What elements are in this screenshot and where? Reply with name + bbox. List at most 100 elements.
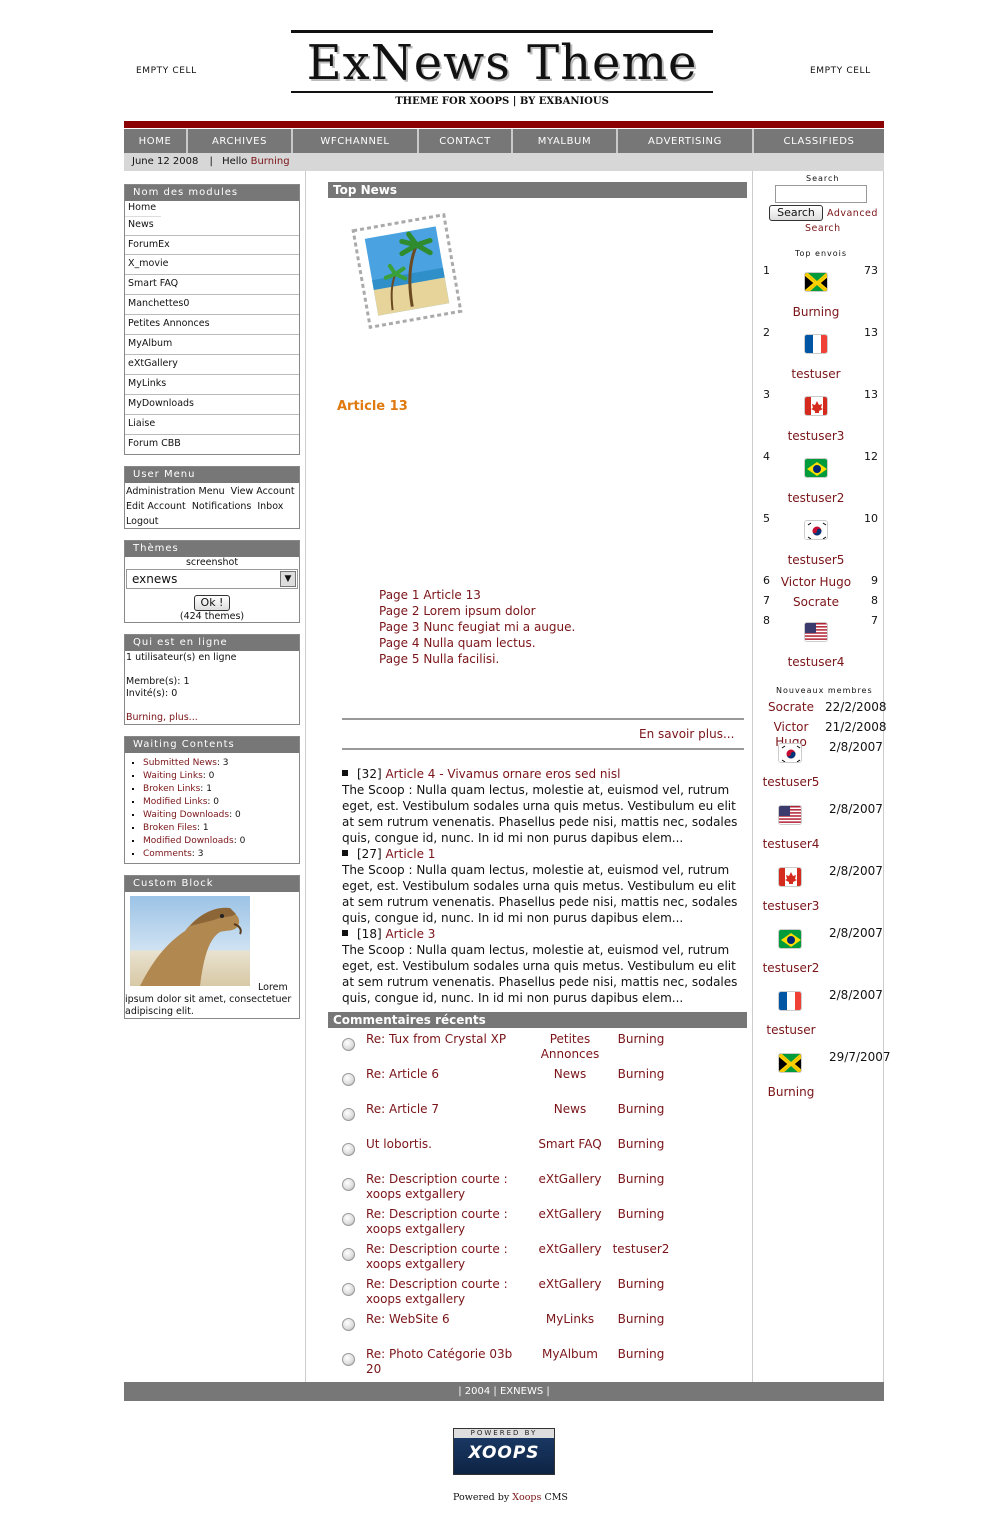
site-logo[interactable]: ExNews Theme THEME FOR XOOPS | BY EXBANI… (291, 30, 713, 116)
comment-module-link[interactable]: eXtGallery (530, 1172, 610, 1187)
online-user-link[interactable]: Burning (126, 712, 163, 723)
comment-user-link[interactable]: Burning (608, 1032, 674, 1047)
module-link-forumex[interactable]: ForumEx (125, 235, 299, 255)
theme-select[interactable]: exnews ▼ (126, 569, 298, 589)
comment-title-link[interactable]: Re: Article 7 (366, 1102, 526, 1117)
module-link-forum-cbb[interactable]: Forum CBB (125, 435, 299, 455)
member-user-link[interactable]: Socrate (760, 700, 822, 715)
comment-user-link[interactable]: Burning (608, 1312, 674, 1327)
waiting-comments[interactable]: Comments (143, 849, 192, 859)
comment-user-link[interactable]: Burning (608, 1067, 674, 1082)
read-more-link[interactable]: En savoir plus... (639, 727, 734, 741)
search-button[interactable]: Search (769, 205, 823, 221)
page-link[interactable]: Page 2 Lorem ipsum dolor (379, 603, 575, 619)
nav-home[interactable]: HOME (124, 129, 188, 153)
comment-module-link[interactable]: MyAlbum (530, 1347, 610, 1362)
user-menu-edit-account[interactable]: Edit Account (126, 501, 186, 512)
nav-advertising[interactable]: ADVERTISING (618, 129, 754, 153)
module-link-mylinks[interactable]: MyLinks (125, 375, 299, 395)
comment-title-link[interactable]: Re: Description courte : xoops extgaller… (366, 1172, 526, 1202)
waiting-broken-links[interactable]: Broken Links (143, 784, 200, 794)
comment-module-link[interactable]: eXtGallery (530, 1207, 610, 1222)
xoops-logo[interactable]: POWERED BY XOOPS (453, 1428, 555, 1475)
comment-user-link[interactable]: Burning (608, 1102, 674, 1117)
waiting-links[interactable]: Waiting Links (143, 771, 203, 781)
member-user-link[interactable]: testuser (758, 1023, 824, 1037)
module-link-mydownloads[interactable]: MyDownloads (125, 395, 299, 415)
comment-title-link[interactable]: Re: WebSite 6 (366, 1312, 526, 1327)
xoops-link[interactable]: Xoops (512, 1492, 541, 1503)
page-link[interactable]: Page 1 Article 13 (379, 587, 575, 603)
comment-module-link[interactable]: Petites Annonces (530, 1032, 610, 1062)
module-link-home[interactable]: Home (125, 201, 161, 217)
news-title-link[interactable]: Article 1 (385, 847, 435, 861)
poster-user-link[interactable]: testuser (772, 367, 860, 381)
comment-module-link[interactable]: eXtGallery (530, 1242, 610, 1257)
nav-contact[interactable]: CONTACT (419, 129, 513, 153)
module-link-liaise[interactable]: Liaise (125, 415, 299, 435)
member-user-link[interactable]: Burning (758, 1085, 824, 1099)
comment-title-link[interactable]: Re: Description courte : xoops extgaller… (366, 1242, 526, 1272)
waiting-submitted-news[interactable]: Submitted News (143, 758, 217, 768)
member-user-link[interactable]: testuser4 (758, 837, 824, 851)
page-link[interactable]: Page 3 Nunc feugiat mi a augue. (379, 619, 575, 635)
module-link-smart-faq[interactable]: Smart FAQ (125, 275, 299, 295)
user-menu-inbox[interactable]: Inbox (257, 501, 283, 512)
comment-title-link[interactable]: Re: Article 6 (366, 1067, 526, 1082)
module-link-petites-annonces[interactable]: Petites Annonces (125, 315, 299, 335)
comment-module-link[interactable]: eXtGallery (530, 1277, 610, 1292)
advanced-search-link[interactable]: Advanced (827, 208, 878, 219)
search-input[interactable] (775, 185, 867, 203)
nav-classifieds[interactable]: CLASSIFIEDS (754, 129, 884, 153)
module-link-myalbum[interactable]: MyAlbum (125, 335, 299, 355)
comment-module-link[interactable]: MyLinks (530, 1312, 610, 1327)
poster-user-link[interactable]: testuser2 (772, 491, 860, 505)
waiting-downloads[interactable]: Waiting Downloads (143, 810, 229, 820)
poster-user-link[interactable]: Victor Hugo (772, 575, 860, 589)
nav-archives[interactable]: ARCHIVES (188, 129, 293, 153)
comment-user-link[interactable]: testuser2 (608, 1242, 674, 1257)
nav-wfchannel[interactable]: WFCHANNEL (293, 129, 419, 153)
user-menu-notifications[interactable]: Notifications (192, 501, 251, 512)
member-user-link[interactable]: testuser5 (758, 775, 824, 789)
page-link[interactable]: Page 4 Nulla quam lectus. (379, 635, 575, 651)
member-user-link[interactable]: testuser2 (758, 961, 824, 975)
poster-user-link[interactable]: testuser5 (772, 553, 860, 567)
poster-user-link[interactable]: Burning (772, 305, 860, 319)
comment-title-link[interactable]: Re: Description courte : xoops extgaller… (366, 1277, 526, 1307)
waiting-modified-downloads[interactable]: Modified Downloads (143, 836, 234, 846)
module-link-extgallery[interactable]: eXtGallery (125, 355, 299, 375)
comment-module-link[interactable]: News (530, 1102, 610, 1117)
comment-user-link[interactable]: Burning (608, 1207, 674, 1222)
top-news-article-link[interactable]: Article 13 (337, 399, 408, 414)
online-more-link[interactable]: plus... (169, 712, 198, 723)
module-link-news[interactable]: News (125, 217, 161, 235)
advanced-search-link-2[interactable]: Search (805, 223, 841, 234)
poster-user-link[interactable]: testuser4 (772, 655, 860, 669)
comment-module-link[interactable]: News (530, 1067, 610, 1082)
user-menu-logout[interactable]: Logout (126, 516, 159, 527)
news-title-link[interactable]: Article 3 (385, 927, 435, 941)
current-user-link[interactable]: Burning (251, 156, 290, 167)
page-link[interactable]: Page 5 Nulla facilisi. (379, 651, 575, 667)
theme-ok-button[interactable]: Ok ! (193, 595, 231, 611)
nav-myalbum[interactable]: MYALBUM (513, 129, 618, 153)
news-title-link[interactable]: Article 4 - Vivamus ornare eros sed nisl (385, 767, 620, 781)
comment-user-link[interactable]: Burning (608, 1277, 674, 1292)
chevron-down-icon[interactable]: ▼ (280, 571, 296, 587)
module-link-x-movie[interactable]: X_movie (125, 255, 299, 275)
comment-title-link[interactable]: Ut lobortis. (366, 1137, 526, 1152)
comment-user-link[interactable]: Burning (608, 1172, 674, 1187)
waiting-modified-links[interactable]: Modified Links (143, 797, 207, 807)
waiting-broken-files[interactable]: Broken Files (143, 823, 197, 833)
comment-user-link[interactable]: Burning (608, 1347, 674, 1362)
user-menu-view-account[interactable]: View Account (231, 486, 295, 497)
comment-title-link[interactable]: Re: Tux from Crystal XP (366, 1032, 526, 1047)
comment-title-link[interactable]: Re: Description courte : xoops extgaller… (366, 1207, 526, 1237)
comment-title-link[interactable]: Re: Photo Catégorie 03b 20 (366, 1347, 526, 1377)
member-user-link[interactable]: testuser3 (758, 899, 824, 913)
module-link-manchettes[interactable]: Manchettes0 (125, 295, 299, 315)
poster-user-link[interactable]: Socrate (772, 595, 860, 609)
user-menu-admin[interactable]: Administration Menu (126, 486, 225, 497)
comment-user-link[interactable]: Burning (608, 1137, 674, 1152)
